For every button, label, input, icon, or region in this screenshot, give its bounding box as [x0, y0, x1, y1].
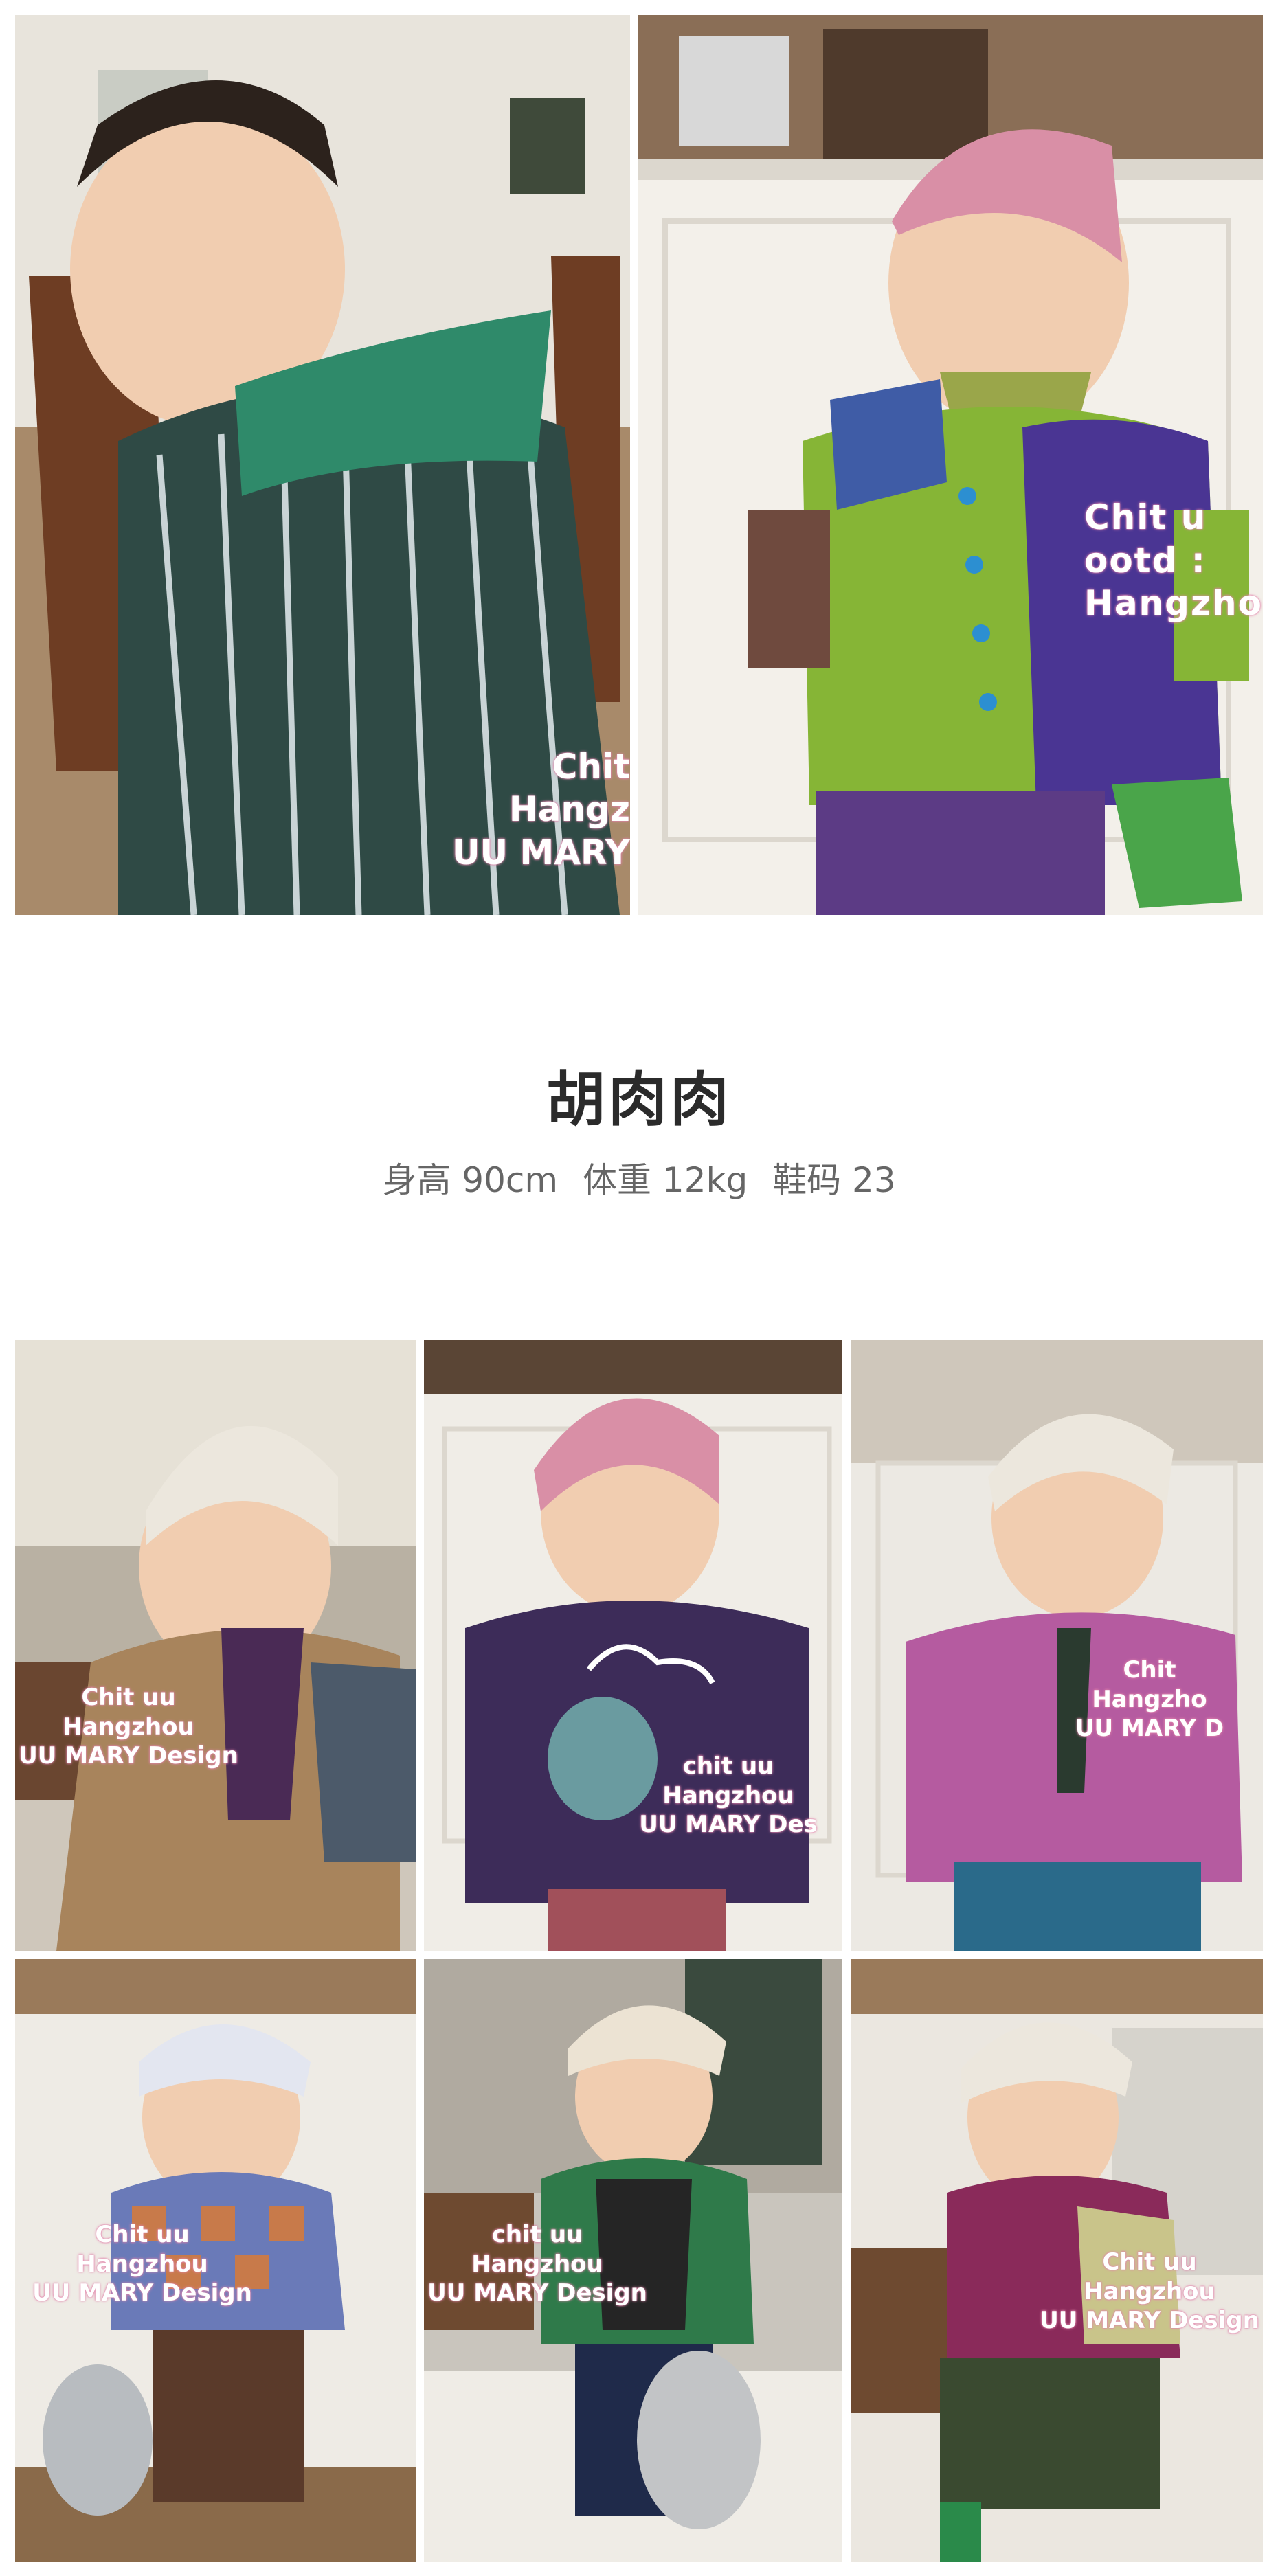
photo-beige-coat-image [15, 1340, 416, 1951]
watermark-text: Chit u ootd : Hangzho [1084, 497, 1263, 623]
watermark-text: chit uu Hangzhou UU MARY Des [639, 1752, 818, 1838]
watermark-text: Chit Hangzho UU MARY D [1075, 1656, 1224, 1742]
profile-height: 身高 90cm [382, 1160, 559, 1200]
watermark-text: Chit uu Hangzhou UU MARY Design [1040, 2248, 1259, 2334]
photo-purple-sweatshirt-image [424, 1340, 842, 1951]
watermark-text: Chit Hangz UU MARY [451, 746, 630, 872]
profile-name: 胡肉肉 [546, 1065, 732, 1134]
watermark-text: chit uu Hangzhou UU MARY Design [427, 2221, 647, 2307]
photo-pink-shirt-tie-image [851, 1340, 1263, 1951]
profile-weight: 体重 12kg [582, 1160, 748, 1200]
photo-plaid-cardigan[interactable]: Chit uu Hangzhou UU MARY Design [851, 1959, 1263, 2562]
watermark-text: Chit uu Hangzhou UU MARY Design [19, 1684, 238, 1770]
photo-checkered-jacket[interactable]: Chit uu Hangzhou UU MARY Design [15, 1959, 416, 2562]
photo-green-striped-jacket[interactable]: Chit Hangz UU MARY [15, 15, 630, 915]
photo-pink-shirt-tie[interactable]: Chit Hangzho UU MARY D [851, 1340, 1263, 1951]
photo-beige-coat[interactable]: Chit uu Hangzhou UU MARY Design [15, 1340, 416, 1951]
photo-purple-sweatshirt[interactable]: chit uu Hangzhou UU MARY Des [424, 1340, 842, 1951]
photo-green-shirt-vest[interactable]: chit uu Hangzhou UU MARY Design [424, 1959, 842, 2562]
photo-knit-cardigan-image [638, 15, 1263, 915]
profile-shoe-size: 鞋码 23 [772, 1160, 896, 1200]
watermark-text: Chit uu Hangzhou UU MARY Design [32, 2221, 252, 2307]
profile-measurements: 身高 90cm 体重 12kg 鞋码 23 [0, 1153, 1278, 1202]
photo-knit-cardigan[interactable]: Chit u ootd : Hangzho [638, 15, 1263, 915]
